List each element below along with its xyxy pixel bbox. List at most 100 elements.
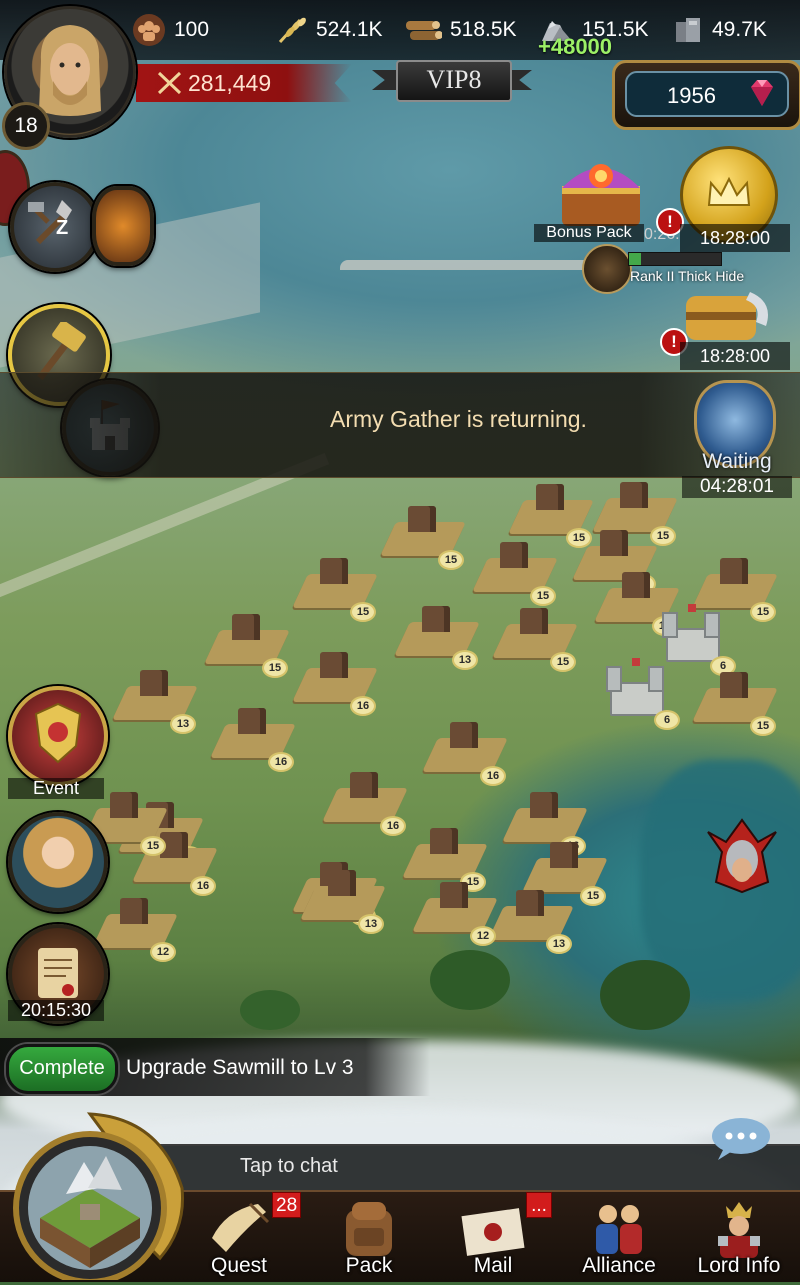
- resource-tile[interactable]: [322, 770, 408, 822]
- castle-flag: [632, 658, 640, 666]
- resource-tile[interactable]: [300, 868, 386, 920]
- resource-tile[interactable]: [412, 880, 498, 932]
- tile-building: [516, 890, 544, 916]
- tile-building: [110, 792, 138, 818]
- lord-level-badge: 18: [2, 102, 50, 150]
- ore-resource[interactable]: 49.7K: [672, 16, 767, 44]
- nav-pack[interactable]: Pack: [314, 1192, 424, 1280]
- nav-pack-label: Pack: [345, 1254, 393, 1277]
- chest-offer[interactable]: [680, 282, 776, 344]
- tile-building: [450, 722, 478, 748]
- resource-tile[interactable]: [508, 482, 594, 534]
- monster-hunt-button[interactable]: [700, 812, 784, 896]
- tree: [600, 960, 690, 1030]
- bonus-pack-button[interactable]: [556, 152, 646, 232]
- tile-level-badge: 15: [650, 526, 676, 546]
- vip-badge[interactable]: VIP8: [372, 58, 532, 102]
- food-value: 524.1K: [316, 18, 383, 41]
- complete-button[interactable]: Complete: [6, 1044, 118, 1094]
- chat-placeholder: Tap to chat: [240, 1155, 338, 1177]
- nav-lord-info[interactable]: Lord Info: [684, 1192, 794, 1280]
- enemy-castle[interactable]: [660, 604, 720, 662]
- resource-tile[interactable]: [380, 504, 466, 556]
- tile-building: [238, 708, 266, 734]
- resource-tile[interactable]: [292, 556, 378, 608]
- castle-tower: [704, 612, 720, 638]
- tile-level-badge: 13: [358, 914, 384, 934]
- tile-building: [120, 898, 148, 924]
- tile-building: [600, 530, 628, 556]
- crossed-swords-icon: [157, 71, 182, 95]
- tile-building: [520, 608, 548, 634]
- power-bar[interactable]: 281,449: [136, 64, 352, 102]
- idle-builder-button[interactable]: Z: [10, 182, 100, 272]
- resource-tile[interactable]: [502, 790, 588, 842]
- quest-text: Upgrade Sawmill to Lv 3: [126, 1056, 354, 1079]
- resource-tile[interactable]: [292, 650, 378, 702]
- golden-chest-icon: [686, 292, 768, 340]
- resource-tile[interactable]: [402, 826, 488, 878]
- event-shield-icon: [34, 702, 82, 764]
- resource-tile[interactable]: [422, 720, 508, 772]
- resource-tile[interactable]: [488, 888, 574, 940]
- wood-value: 518.5K: [450, 18, 517, 41]
- resource-tile[interactable]: [210, 706, 296, 758]
- resource-tile[interactable]: [394, 604, 480, 656]
- world-map-button[interactable]: [10, 1108, 190, 1285]
- gold-offer-timer: 18:28:00: [680, 224, 790, 252]
- food-resource[interactable]: 524.1K: [276, 16, 383, 44]
- quest-scroll-icon: [212, 1202, 270, 1252]
- tile-level-badge: 12: [150, 942, 176, 962]
- chat-bubble-icon[interactable]: [710, 1116, 772, 1162]
- resource-tile[interactable]: [92, 896, 178, 948]
- hero-advisor-button[interactable]: [8, 812, 108, 912]
- nav-mail[interactable]: ... Mail: [438, 1192, 552, 1280]
- tile-building: [530, 792, 558, 818]
- resource-tile[interactable]: [692, 670, 778, 722]
- quest-count-badge: 28: [272, 1192, 302, 1218]
- lord-king-icon: [718, 1202, 760, 1258]
- tile-building: [328, 870, 356, 896]
- event-label: Event: [8, 778, 104, 799]
- svg-text:Z: Z: [56, 217, 68, 239]
- nav-quest[interactable]: 28 Quest: [184, 1192, 302, 1280]
- tile-level-badge: 16: [350, 696, 376, 716]
- tile-level-badge: 13: [546, 934, 572, 954]
- rank-progress-fill: [629, 253, 641, 265]
- tile-building: [320, 652, 348, 678]
- mail-envelope-icon: [461, 1208, 525, 1256]
- castle-wall: [340, 260, 600, 330]
- resource-tile[interactable]: [592, 480, 678, 532]
- resource-tile[interactable]: [692, 556, 778, 608]
- tile-level-badge: 15: [438, 550, 464, 570]
- gems-counter[interactable]: 1956: [612, 60, 800, 130]
- event-button[interactable]: [8, 686, 108, 786]
- march-status-message: Army Gather is returning.: [330, 406, 587, 432]
- tile-building: [550, 842, 578, 868]
- wood-resource[interactable]: 518.5K: [404, 16, 517, 44]
- resource-tile[interactable]: [112, 668, 198, 720]
- resource-tile[interactable]: [204, 612, 290, 664]
- tile-level-badge: 12: [470, 926, 496, 946]
- resource-tile[interactable]: [472, 540, 558, 592]
- burning-building-icon[interactable]: [92, 186, 154, 266]
- troops-resource[interactable]: 100: [132, 14, 209, 46]
- nav-alliance[interactable]: Alliance: [564, 1192, 674, 1280]
- resource-tile[interactable]: [492, 606, 578, 658]
- nav-lord-info-label: Lord Info: [697, 1254, 781, 1277]
- waiting-label: Waiting: [702, 450, 772, 473]
- tile-building: [430, 828, 458, 854]
- castle-tower: [648, 666, 664, 692]
- chat-bar[interactable]: [120, 1144, 800, 1192]
- tile-level-badge: 15: [750, 716, 776, 736]
- speech-bubble-icon: [712, 1118, 770, 1160]
- resource-tile[interactable]: [522, 840, 608, 892]
- tile-building: [232, 614, 260, 640]
- tile-building: [622, 572, 650, 598]
- tile-building: [320, 558, 348, 584]
- waiting-rally[interactable]: Waiting 04:28:01: [682, 380, 792, 500]
- tile-building: [720, 672, 748, 698]
- tile-level-badge: 15: [530, 586, 556, 606]
- tile-level-badge: 16: [190, 876, 216, 896]
- enemy-castle[interactable]: [604, 658, 664, 716]
